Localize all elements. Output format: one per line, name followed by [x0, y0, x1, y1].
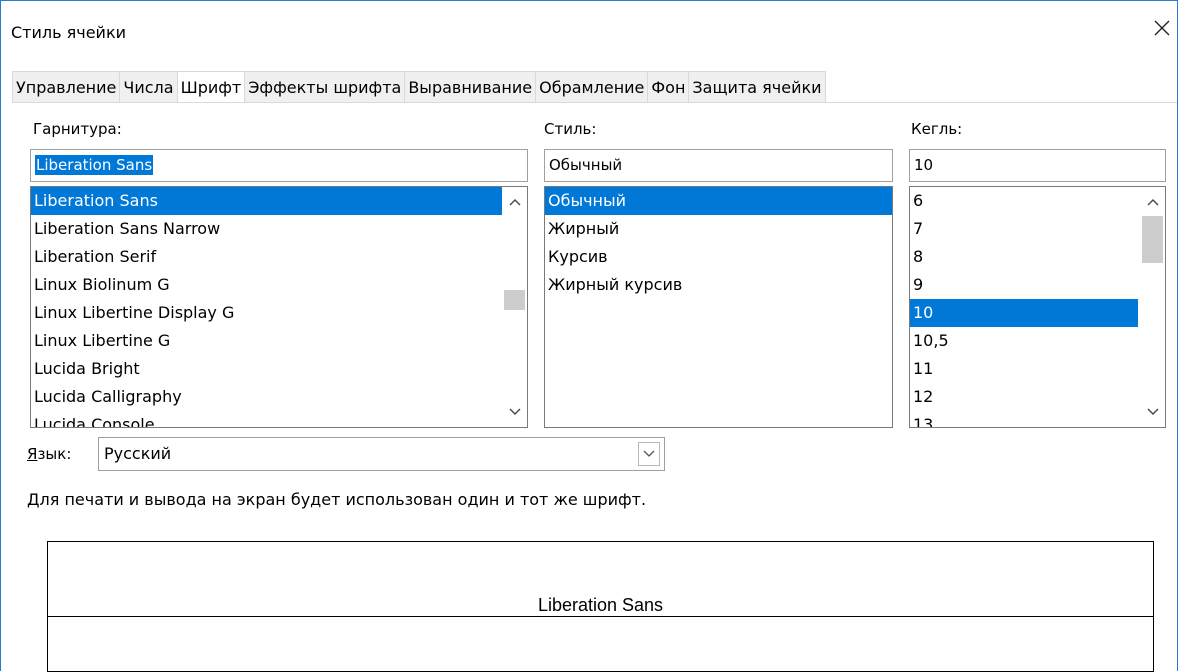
language-select-value: Русский	[104, 444, 172, 463]
chevron-down-icon[interactable]	[638, 442, 660, 466]
language-select[interactable]: Русский	[98, 437, 665, 471]
font-size-list[interactable]: 6 7 8 9 10 10,5 11 12 13	[909, 186, 1166, 428]
list-item[interactable]: 12	[910, 383, 1165, 411]
list-item[interactable]: 8	[910, 243, 1165, 271]
font-preview: Liberation Sans	[47, 541, 1154, 672]
font-family-input-value: Liberation Sans	[35, 155, 154, 175]
tab-font[interactable]: Шрифт	[176, 71, 246, 102]
font-style-label: Стиль:	[544, 120, 597, 138]
chevron-up-icon[interactable]	[502, 190, 527, 214]
list-item[interactable]: Lucida Bright	[31, 355, 527, 383]
list-item[interactable]: Liberation Sans	[31, 187, 527, 215]
scroll-thumb[interactable]	[504, 290, 525, 310]
dialog-title: Стиль ячейки	[11, 23, 127, 42]
list-item[interactable]: 10,5	[910, 327, 1165, 355]
list-item[interactable]: 11	[910, 355, 1165, 383]
list-item[interactable]: Курсив	[545, 243, 892, 271]
size-list-scrollbar[interactable]	[1140, 187, 1165, 427]
language-label: Язык:	[27, 445, 72, 463]
list-item[interactable]: Liberation Sans Narrow	[31, 215, 527, 243]
list-item[interactable]: Обычный	[545, 187, 892, 215]
list-item[interactable]: Lucida Calligraphy	[31, 383, 527, 411]
list-item[interactable]: Linux Libertine G	[31, 327, 527, 355]
tab-management[interactable]: Управление	[12, 71, 121, 102]
tab-borders[interactable]: Обрамление	[535, 71, 649, 102]
font-list-scrollbar[interactable]	[502, 187, 527, 427]
font-note: Для печати и вывода на экран будет испол…	[27, 490, 647, 509]
preview-sample: Liberation Sans	[48, 595, 1153, 616]
preview-baseline	[48, 616, 1153, 617]
tab-font-effects[interactable]: Эффекты шрифта	[244, 71, 406, 102]
list-item[interactable]: Liberation Serif	[31, 243, 527, 271]
tab-cell-protection[interactable]: Защита ячейки	[688, 71, 826, 102]
list-item[interactable]: Linux Biolinum G	[31, 271, 527, 299]
chevron-down-icon[interactable]	[502, 400, 527, 424]
scroll-thumb[interactable]	[1142, 216, 1163, 263]
font-family-input[interactable]: Liberation Sans	[30, 149, 528, 182]
list-item[interactable]: Lucida Console	[31, 411, 527, 427]
list-item[interactable]: Жирный курсив	[545, 271, 892, 299]
list-item[interactable]: Жирный	[545, 215, 892, 243]
chevron-down-icon[interactable]	[1140, 400, 1165, 424]
list-item[interactable]: 10	[910, 299, 1138, 327]
font-family-list[interactable]: Liberation Sans Liberation Sans Narrow L…	[30, 186, 528, 428]
font-family-label: Гарнитура:	[33, 120, 122, 138]
tab-bar: Управление Числа Шрифт Эффекты шрифта Вы…	[12, 71, 826, 102]
font-style-list[interactable]: Обычный Жирный Курсив Жирный курсив	[544, 186, 893, 428]
list-item[interactable]: 13	[910, 411, 1165, 427]
tab-numbers[interactable]: Числа	[119, 71, 178, 102]
list-item[interactable]: 6	[910, 187, 1165, 215]
chevron-up-icon[interactable]	[1140, 190, 1165, 214]
close-icon[interactable]	[1151, 17, 1173, 39]
font-style-input[interactable]: Обычный	[544, 149, 893, 182]
font-size-input[interactable]: 10	[909, 149, 1166, 182]
tab-background[interactable]: Фон	[647, 71, 690, 102]
preview-text: Liberation Sans	[535, 595, 666, 615]
tab-alignment[interactable]: Выравнивание	[404, 71, 537, 102]
list-item[interactable]: Linux Libertine Display G	[31, 299, 527, 327]
list-item[interactable]: 7	[910, 215, 1165, 243]
list-item[interactable]: 9	[910, 271, 1165, 299]
cell-style-dialog: Стиль ячейки Управление Числа Шрифт Эффе…	[0, 0, 1178, 672]
title-bar: Стиль ячейки	[1, 1, 1177, 64]
font-size-label: Кегль:	[911, 120, 963, 138]
